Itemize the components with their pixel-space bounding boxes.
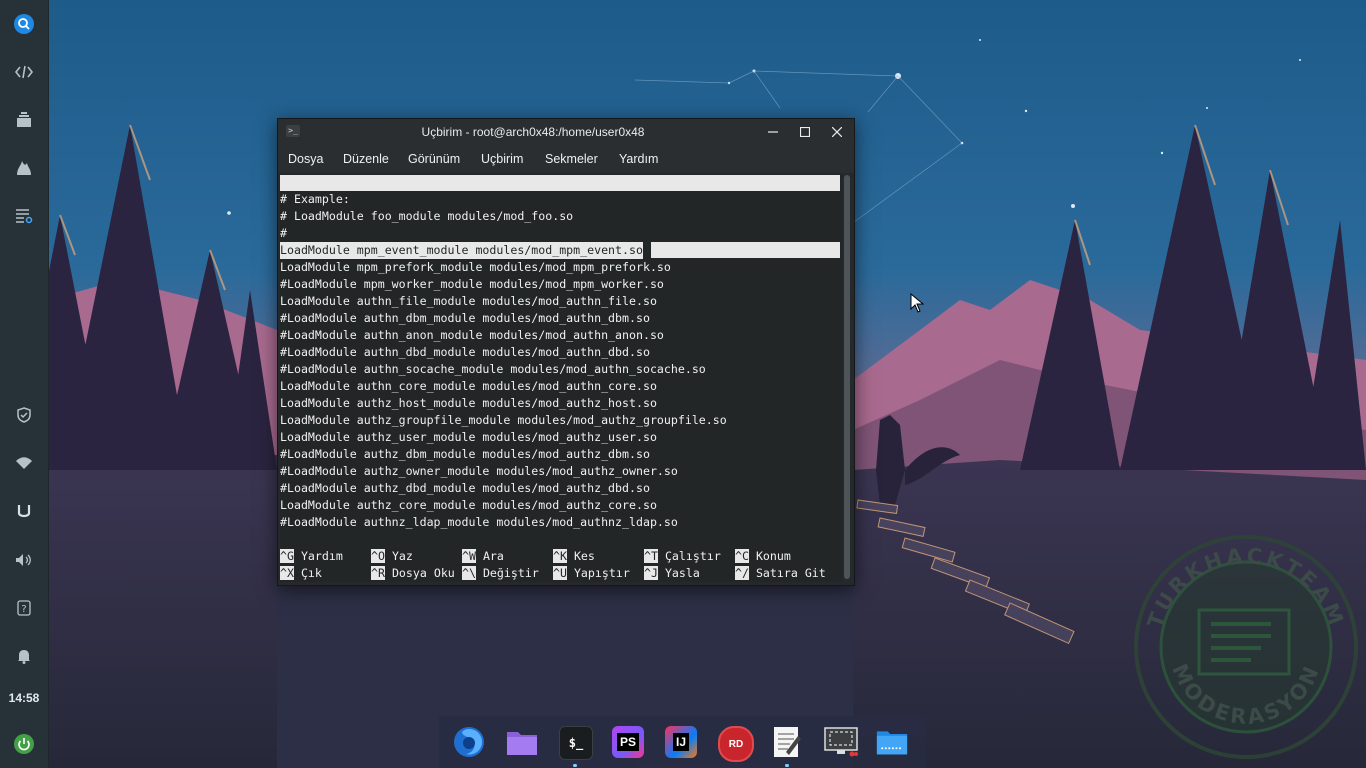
file-line-selected: LoadModule mpm_event_module modules/mod_… — [280, 242, 643, 259]
files-icon[interactable] — [506, 726, 538, 758]
terminal-icon[interactable]: $_ — [559, 726, 593, 760]
maximize-button[interactable] — [795, 122, 815, 142]
rider-icon[interactable]: RD — [718, 726, 754, 762]
file-line: # LoadModule foo_module modules/mod_foo.… — [280, 209, 574, 223]
file-line: LoadModule mpm_prefork_module modules/mo… — [280, 260, 671, 274]
nano-status: Değiştirildi — [742, 224, 826, 238]
intellij-icon[interactable]: IJ — [665, 726, 697, 758]
menubar: Dosya Düzenle Görünüm Uçbirim Sekmeler Y… — [278, 145, 854, 173]
turkhackteam-seal-logo: TURKHACKTEAM MODERASYON — [1134, 535, 1358, 759]
file-line: LoadModule authz_groupfile_module module… — [280, 413, 727, 427]
shortcut-help[interactable]: ^G Yardım — [280, 548, 343, 565]
clock[interactable]: 14:58 — [0, 691, 48, 705]
menu-sekmeler[interactable]: Sekmeler — [545, 152, 598, 166]
shortcut-write[interactable]: ^O Yaz — [371, 548, 413, 565]
shortcut-search[interactable]: ^W Ara — [462, 548, 504, 565]
file-line: LoadModule authz_host_module modules/mod… — [280, 396, 657, 410]
file-line: #LoadModule mpm_worker_module modules/mo… — [280, 277, 664, 291]
mouse-cursor-icon — [910, 293, 924, 313]
shortcut-cut[interactable]: ^K Kes — [553, 548, 595, 565]
running-indicator — [785, 764, 789, 767]
file-line: #LoadModule authz_owner_module modules/m… — [280, 464, 678, 478]
nano-header: GNU nano 5.8 /etc/httpd/conf/httpd.conf … — [280, 175, 840, 238]
menu-yardim[interactable]: Yardım — [619, 152, 658, 166]
volume-icon[interactable] — [12, 548, 36, 572]
shortcut-location[interactable]: ^C Konum — [735, 548, 791, 565]
selection-highlight — [651, 242, 840, 258]
shortcut-execute[interactable]: ^T Çalıştır — [644, 548, 721, 565]
file-line: #LoadModule authnz_ldap_module modules/m… — [280, 515, 678, 529]
titlebar[interactable]: >_ Uçbirim - root@arch0x48:/home/user0x4… — [278, 119, 854, 145]
minimize-button[interactable] — [763, 122, 783, 142]
power-icon[interactable] — [12, 732, 36, 756]
file-line: #LoadModule authz_dbd_module modules/mod… — [280, 481, 650, 495]
shortcut-goto-line[interactable]: ^/ Satıra Git — [735, 565, 826, 582]
file-line: #LoadModule authn_anon_module modules/mo… — [280, 328, 664, 342]
file-line: LoadModule authz_user_module modules/mod… — [280, 430, 657, 444]
scrollbar[interactable] — [844, 175, 850, 579]
shortcut-justify[interactable]: ^J Yasla — [644, 565, 700, 582]
help-icon[interactable]: ? — [12, 596, 36, 620]
terminal-window: >_ Uçbirim - root@arch0x48:/home/user0x4… — [277, 118, 855, 586]
file-line: LoadModule authn_core_module modules/mod… — [280, 379, 657, 393]
close-button[interactable] — [827, 122, 847, 142]
notes-icon[interactable] — [12, 204, 36, 228]
file-line: LoadModule authz_core_module modules/mod… — [280, 498, 657, 512]
menu-dosya[interactable]: Dosya — [288, 152, 323, 166]
file-line: #LoadModule authn_dbm_module modules/mod… — [280, 311, 650, 325]
firefox-icon[interactable] — [453, 726, 485, 758]
shortcut-read-file[interactable]: ^R Dosya Oku — [371, 565, 455, 582]
menu-ucbirim[interactable]: Uçbirim — [481, 152, 523, 166]
shield-icon[interactable] — [12, 403, 36, 427]
file-line: #LoadModule authz_dbm_module modules/mod… — [280, 447, 650, 461]
menu-duzenle[interactable]: Düzenle — [343, 152, 389, 166]
text-editor-icon[interactable] — [771, 726, 803, 758]
wifi-icon[interactable] — [12, 451, 36, 475]
shortcut-replace[interactable]: ^\ Değiştir — [462, 565, 539, 582]
screenshot-icon[interactable] — [824, 726, 858, 758]
terminal-content[interactable]: GNU nano 5.8 /etc/httpd/conf/httpd.conf … — [280, 174, 842, 582]
file-line: #LoadModule authn_dbd_module modules/mod… — [280, 345, 650, 359]
phpstorm-icon[interactable]: PS — [612, 726, 644, 758]
menu-gorunum[interactable]: Görünüm — [408, 152, 460, 166]
flame-icon[interactable] — [12, 156, 36, 180]
shortcut-exit[interactable]: ^X Çık — [280, 565, 322, 582]
code-icon[interactable] — [12, 60, 36, 84]
file-line: # — [280, 226, 287, 240]
file-line: # Example: — [280, 192, 350, 206]
window-title: Uçbirim - root@arch0x48:/home/user0x48 — [421, 125, 645, 139]
file-line: #LoadModule authn_socache_module modules… — [280, 362, 706, 376]
search-icon[interactable] — [12, 12, 36, 36]
file-manager-icon[interactable] — [876, 726, 908, 758]
archive-icon[interactable] — [12, 108, 36, 132]
running-indicator — [573, 764, 577, 767]
left-panel: ? 14:58 — [0, 0, 49, 768]
file-line: LoadModule authn_file_module modules/mod… — [280, 294, 657, 308]
svg-text:?: ? — [21, 604, 26, 615]
dock: $_ PS IJ RD — [439, 716, 926, 768]
magnet-icon[interactable] — [12, 500, 36, 524]
bell-icon[interactable] — [12, 644, 36, 668]
shortcut-paste[interactable]: ^U Yapıştır — [553, 565, 630, 582]
